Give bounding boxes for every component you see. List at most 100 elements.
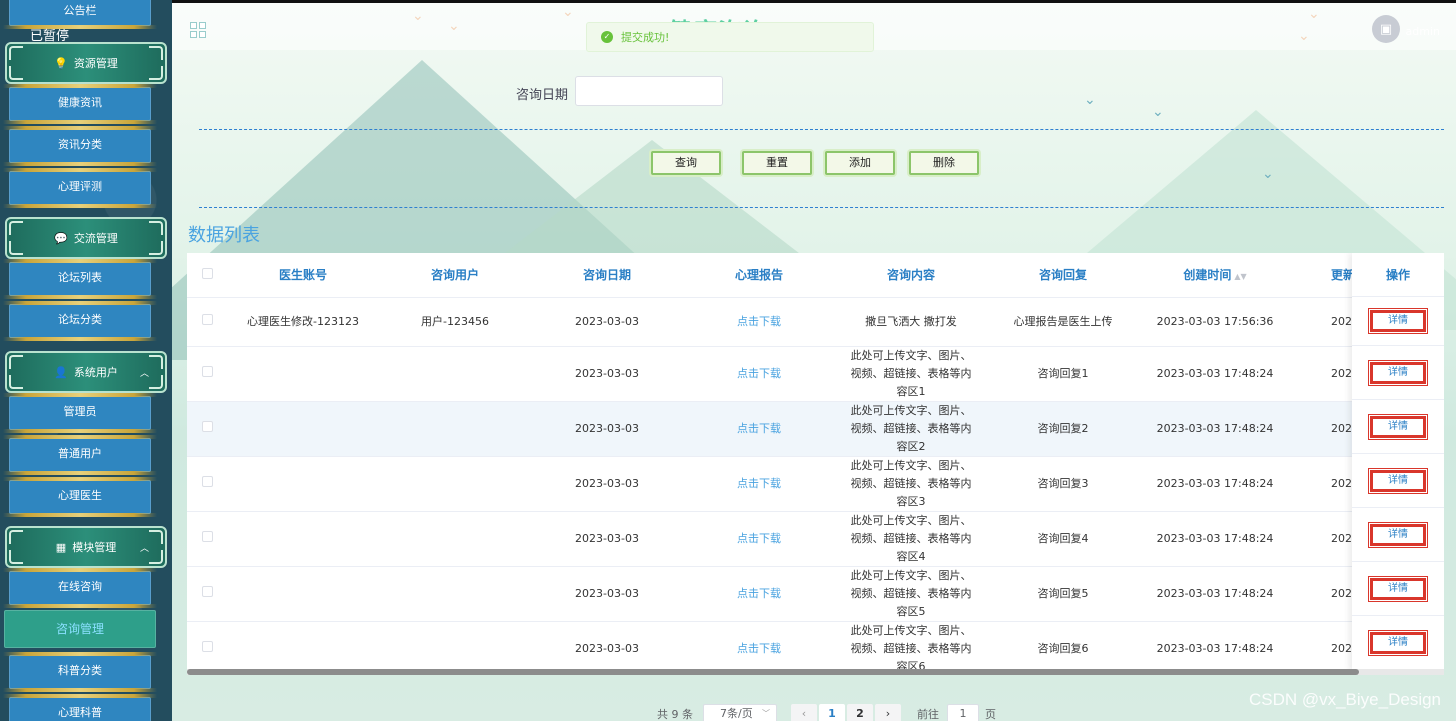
sidebar-group-system-users[interactable]: 👤 系统用户 ︿ [5, 351, 167, 393]
row-checkbox[interactable] [201, 475, 213, 487]
row-checkbox-cell[interactable] [187, 511, 227, 567]
username[interactable]: admin [1406, 25, 1440, 38]
detail-button[interactable]: 详情 [1368, 521, 1428, 548]
page-size-select[interactable]: 7条/页 ﹀ [703, 704, 777, 721]
row-checkbox-cell[interactable] [187, 297, 227, 347]
table-row[interactable]: 2023-03-03 点击下载 此处可上传文字、图片、视频、超链接、表格等内容区2 咨… [187, 401, 1397, 457]
table-row[interactable]: 2023-03-03 点击下载 此处可上传文字、图片、视频、超链接、表格等内容区5 咨… [187, 566, 1397, 622]
divider [199, 129, 1444, 130]
table-cell-user [379, 566, 531, 622]
table-cell-doctor [227, 566, 379, 622]
download-link[interactable]: 点击下载 [683, 401, 835, 457]
row-checkbox[interactable] [201, 585, 213, 597]
table-cell-reply: 心理报告是医生上传 [987, 297, 1139, 347]
table-row[interactable]: 2023-03-03 点击下载 此处可上传文字、图片、视频、超链接、表格等内容区1 咨… [187, 346, 1397, 402]
table-cell-date: 2023-03-03 [531, 401, 683, 457]
row-checkbox-cell[interactable] [187, 621, 227, 675]
sidebar-group-modules[interactable]: ▦ 模块管理 ︿ [5, 526, 167, 568]
goto-label: 前往 [917, 708, 939, 721]
reset-button[interactable]: 重置 [742, 151, 812, 175]
sidebar-item-forum-list[interactable]: 论坛列表 [3, 259, 157, 299]
sidebar-item-notice[interactable]: 公告栏 [3, 0, 157, 29]
column-header: 心理报告 [683, 253, 835, 298]
column-header: 咨询内容 [835, 253, 987, 298]
list-title: 数据列表 [188, 225, 260, 246]
page-number-2[interactable]: 2 [847, 704, 873, 721]
page-size-value: 7条/页 [720, 707, 753, 720]
table-cell-date: 2023-03-03 [531, 456, 683, 512]
table-cell-reply: 咨询回复2 [987, 401, 1139, 457]
sidebar-item-forum-category[interactable]: 论坛分类 [3, 301, 157, 341]
table-row[interactable]: 2023-03-03 点击下载 此处可上传文字、图片、视频、超链接、表格等内容区3 咨… [187, 456, 1397, 512]
row-checkbox-cell[interactable] [187, 566, 227, 622]
table-cell-reply: 咨询回复5 [987, 566, 1139, 622]
sidebar-item-consult-management[interactable]: 咨询管理 [4, 610, 156, 648]
image-placeholder-icon: ▣ [1379, 21, 1393, 37]
operation-cell: 详情 [1352, 346, 1444, 400]
sort-icon[interactable]: ▲▼ [1234, 272, 1246, 281]
date-label: 咨询日期 [516, 88, 569, 103]
sidebar-item-online-consult[interactable]: 在线咨询 [3, 568, 157, 608]
row-checkbox-cell[interactable] [187, 401, 227, 457]
row-checkbox[interactable] [201, 640, 213, 652]
date-input[interactable] [575, 76, 723, 106]
table-cell-date: 2023-03-03 [531, 346, 683, 402]
row-checkbox-cell[interactable] [187, 346, 227, 402]
sidebar-item-admin[interactable]: 管理员 [3, 393, 157, 433]
table-cell-date: 2023-03-03 [531, 297, 683, 347]
watermark: CSDN @vx_Biye_Design [1248, 690, 1441, 709]
detail-button[interactable]: 详情 [1368, 575, 1428, 602]
delete-button[interactable]: 删除 [909, 151, 979, 175]
table-row[interactable]: 2023-03-03 点击下载 此处可上传文字、图片、视频、超链接、表格等内容区4 咨… [187, 511, 1397, 567]
table-cell-date: 2023-03-03 [531, 511, 683, 567]
table-cell-content: 此处可上传文字、图片、视频、超链接、表格等内容区5 [835, 566, 987, 622]
horizontal-scrollbar[interactable] [187, 669, 1444, 675]
sidebar-item-normal-user[interactable]: 普通用户 [3, 435, 157, 475]
prev-page-button[interactable]: ‹ [791, 704, 817, 721]
table-cell-user [379, 401, 531, 457]
row-checkbox[interactable] [201, 365, 213, 377]
row-checkbox[interactable] [201, 530, 213, 542]
column-header-sortable[interactable]: 创建时间 ▲▼ [1139, 253, 1291, 298]
avatar[interactable]: ▣ [1372, 15, 1400, 43]
detail-button[interactable]: 详情 [1368, 467, 1428, 494]
row-checkbox[interactable] [201, 313, 213, 325]
next-page-button[interactable]: › [875, 704, 901, 721]
download-link[interactable]: 点击下载 [683, 456, 835, 512]
goto-page-input[interactable]: 1 [947, 704, 979, 721]
query-button[interactable]: 查询 [651, 151, 721, 175]
table-cell-created: 2023-03-03 17:48:24 [1139, 346, 1291, 402]
header-checkbox-cell[interactable] [187, 253, 227, 298]
detail-button[interactable]: 详情 [1368, 359, 1428, 386]
detail-button[interactable]: 详情 [1368, 413, 1428, 440]
row-checkbox[interactable] [201, 420, 213, 432]
table-row[interactable]: 2023-03-03 点击下载 此处可上传文字、图片、视频、超链接、表格等内容区6 咨… [187, 621, 1397, 675]
sidebar-item-psych-science[interactable]: 心理科普 [3, 694, 157, 721]
chevron-up-icon: ︿ [139, 368, 149, 379]
sidebar-group-communication[interactable]: 💬 交流管理 [5, 217, 167, 259]
sidebar-group-resource[interactable]: 💡 资源管理 [5, 42, 167, 84]
select-all-checkbox[interactable] [201, 267, 213, 279]
sidebar-item-news-category[interactable]: 资讯分类 [3, 126, 157, 166]
scrollbar-thumb[interactable] [187, 669, 1359, 675]
download-link[interactable]: 点击下载 [683, 511, 835, 567]
detail-button[interactable]: 详情 [1368, 629, 1428, 656]
download-link[interactable]: 点击下载 [683, 297, 835, 347]
download-link[interactable]: 点击下载 [683, 346, 835, 402]
sidebar-item-health-news[interactable]: 健康资讯 [3, 84, 157, 124]
table-row[interactable]: 心理医生修改-123123 用户-123456 2023-03-03 点击下载 撒旦飞洒… [187, 297, 1397, 347]
row-checkbox-cell[interactable] [187, 456, 227, 512]
operation-cell: 详情 [1352, 508, 1444, 562]
sidebar-item-psych-doctor[interactable]: 心理医生 [3, 477, 157, 517]
sidebar-item-science-category[interactable]: 科普分类 [3, 652, 157, 692]
detail-button[interactable]: 详情 [1368, 308, 1428, 334]
check-circle-icon: ✓ [601, 31, 613, 43]
menu-toggle-icon[interactable] [190, 22, 206, 38]
download-link[interactable]: 点击下载 [683, 566, 835, 622]
sidebar-item-psych-test[interactable]: 心理评测 [3, 168, 157, 208]
download-link[interactable]: 点击下载 [683, 621, 835, 675]
add-button[interactable]: 添加 [825, 151, 895, 175]
table-cell-doctor [227, 346, 379, 402]
page-number-1[interactable]: 1 [819, 704, 845, 721]
table-cell-reply: 咨询回复4 [987, 511, 1139, 567]
